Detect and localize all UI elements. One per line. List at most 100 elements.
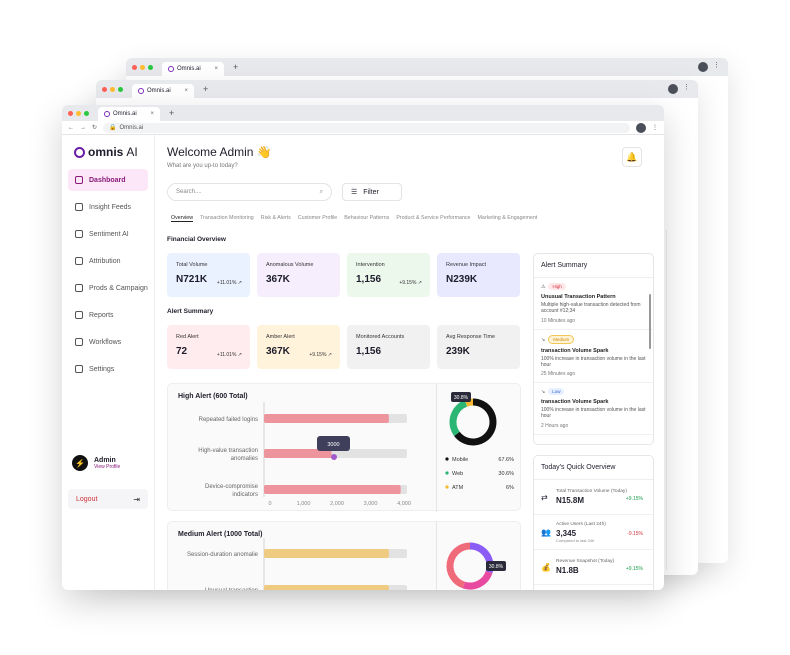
stat-value: N239K [446, 274, 478, 285]
sidebar-item-workflows[interactable]: Workflows [68, 331, 148, 353]
tab-overview[interactable]: Overview [171, 215, 194, 222]
filter-button[interactable]: ☰ Filter [342, 183, 402, 201]
tooltip-value: 3000 [327, 442, 339, 448]
stat-label: Monitored Accounts [356, 334, 405, 340]
tab-customer-profile[interactable]: Customer Profile [298, 215, 337, 222]
alert-time: 25 Minutes ago [541, 371, 576, 377]
legend-value: 30.6% [498, 471, 514, 477]
category-label: Repeated failed logins [199, 417, 258, 423]
alert-badge-row: ↘ Low [541, 388, 646, 395]
bar[interactable] [264, 585, 389, 590]
tab-marketing-engagement[interactable]: Marketing & Engagement [478, 215, 538, 222]
close-tab-icon[interactable]: × [150, 111, 154, 117]
legend-swatch [445, 485, 449, 489]
stat-card: Amber Alert 367K +9.15% ↗ [257, 325, 340, 369]
donut-slice[interactable] [464, 398, 474, 407]
tick-label: 2,000 [330, 501, 344, 507]
sidebar-item-dashboard[interactable]: Dashboard [68, 169, 148, 191]
stat-card: Anomalous Volume 367K [257, 253, 340, 297]
bar[interactable] [264, 549, 389, 558]
bar[interactable] [264, 414, 389, 423]
legend-swatch [445, 471, 449, 475]
stat-change: +11.01% ↗ [216, 280, 242, 286]
stat-card: Total Volume N721K +11.01% ↗ [167, 253, 250, 297]
category-label: Device-compromise [205, 484, 259, 490]
category-label: indicators [232, 492, 258, 498]
legend-name: Mobile [452, 457, 468, 463]
scrollbar[interactable] [649, 294, 651, 349]
tick-label: 4,000 [397, 501, 411, 507]
tick-label: 1,000 [297, 501, 311, 507]
view-profile-link[interactable]: View Profile [94, 464, 120, 470]
sidebar-item-label: Insight Feeds [89, 203, 132, 211]
forward-icon[interactable]: → [80, 125, 86, 131]
tab-transaction-monitoring[interactable]: Transaction Monitoring [200, 215, 254, 222]
user-profile[interactable]: ⚡ Admin View Profile [72, 455, 120, 471]
report-icon [75, 311, 83, 319]
grid-icon [75, 176, 83, 184]
severity-badge: Medium [548, 334, 575, 344]
alert-description: 100% increase in transaction volume in t… [541, 407, 646, 420]
stat-label: Revenue Impact [446, 262, 487, 268]
address-bar[interactable]: 🔒 Omnis.ai [103, 122, 630, 133]
quick-item-label: Active Users (Last 24h) [556, 521, 606, 527]
legend-swatch [445, 457, 449, 461]
logout-icon: ⇥ [133, 494, 140, 504]
quick-item-value: 3,345 [556, 528, 577, 538]
legend-value: 6% [506, 485, 514, 491]
notification-bell-icon[interactable]: 🔔 [622, 147, 642, 167]
sidebar-item-sentiment-ai[interactable]: Sentiment AI [68, 223, 148, 245]
sidebar-item-insight-feeds[interactable]: Insight Feeds [68, 196, 148, 218]
donut-label: 30.8% [489, 564, 504, 570]
stat-change: +9.15% ↗ [399, 280, 422, 286]
quick-item-label: Total Transaction Volume (Today) [556, 489, 627, 494]
profile-avatar-icon[interactable] [636, 122, 646, 133]
alert-level-icon: ↘ [541, 336, 546, 343]
quick-item-body: Active Users (Last 24h) 3,345 Compared to … [556, 522, 606, 543]
lock-icon: 🔒 [109, 125, 117, 131]
avatar: ⚡ [72, 455, 88, 471]
stat-value: 1,156 [356, 346, 382, 357]
alert-level-icon: ⚠ [541, 284, 546, 290]
donut-slice[interactable] [462, 570, 493, 590]
alert-item[interactable]: ⚠ High Unusual Transaction Pattern Multiple… [534, 278, 653, 330]
back-icon[interactable]: ← [68, 125, 74, 131]
stat-change: +11.01% ↗ [216, 352, 242, 358]
search-input[interactable]: Search.... ⌕ [167, 183, 332, 201]
sidebar-item-label: Prods & Campaigns [89, 284, 148, 292]
transfer-icon: ⇄ [541, 492, 548, 502]
tab-behaviour-patterns[interactable]: Behaviour Patterns [344, 215, 389, 222]
bar[interactable] [264, 485, 401, 494]
tab-product-service-performance[interactable]: Product & Service Performance [396, 215, 470, 222]
sidebar-item-prods-campaigns[interactable]: Prods & Campaigns [68, 277, 148, 299]
stat-label: Avg Response Time [446, 334, 496, 340]
quick-item-body: Total Transaction Volume (Today) N15.8M [556, 489, 627, 505]
omnis-favicon-icon [104, 111, 110, 117]
severity-badge: High [548, 283, 566, 290]
main-browser-window: Omnis.ai × + ← → ↻ 🔒 Omnis.ai ⋮ omnis AI Dash… [62, 105, 664, 590]
alert-item[interactable]: ↘ Medium transaction Volume Spark 100% incr… [534, 330, 653, 383]
alert-badge-row: ⚠ High [541, 283, 646, 290]
tick-label: 3,000 [364, 501, 378, 507]
alert-description: 100% increase in transaction volume in t… [541, 355, 646, 368]
sidebar-item-settings[interactable]: Settings [68, 358, 148, 380]
new-tab-button[interactable]: + [169, 108, 174, 118]
high-alert-panel: High Alert (600 Total) Repeated failed l… [167, 383, 521, 512]
quick-overview-item: 💰 Revenue Snapshot (Today) N1.8B +9.15% [534, 550, 653, 585]
legend-value: 67.6% [498, 457, 514, 463]
logout-button[interactable]: Logout ⇥ [68, 489, 148, 509]
sidebar-item-reports[interactable]: Reports [68, 304, 148, 326]
menu-kebab-icon[interactable]: ⋮ [652, 124, 658, 131]
sentiment-icon [75, 230, 83, 238]
quick-item-value: N15.8M [556, 496, 585, 505]
donut-slice[interactable] [446, 542, 471, 589]
alert-item[interactable]: ↘ Low transaction Volume Spark 100% increas… [534, 383, 653, 435]
quick-item-change: +9.15% [625, 496, 643, 502]
sidebar-item-attribution[interactable]: Attribution [68, 250, 148, 272]
donut-slice[interactable] [449, 400, 468, 436]
tab-risk-alerts[interactable]: Risk & Alerts [261, 215, 291, 222]
reload-icon[interactable]: ↻ [92, 124, 97, 131]
browser-tab[interactable]: Omnis.ai × [98, 107, 160, 121]
quick-item-change: +9.15% [625, 566, 643, 572]
sidebar-item-label: Workflows [89, 338, 122, 346]
